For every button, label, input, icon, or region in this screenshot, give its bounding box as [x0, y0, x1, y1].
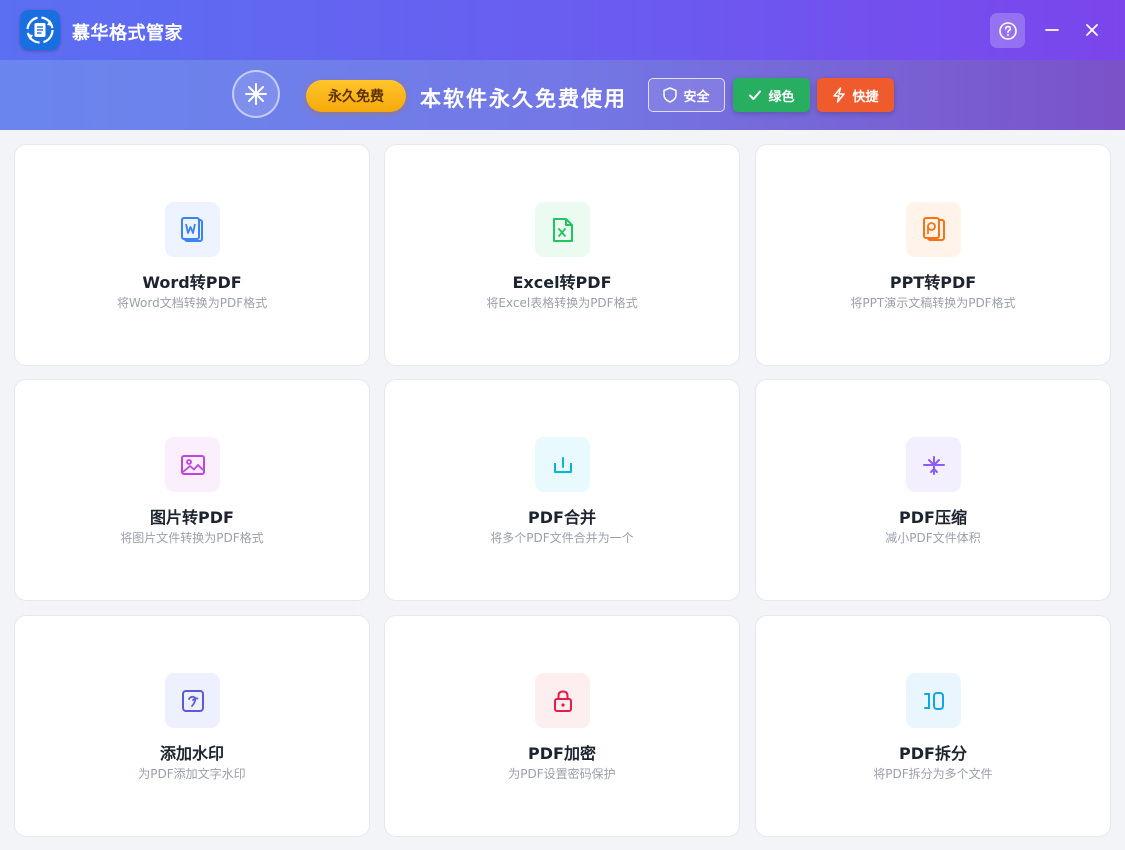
- app-title: 慕华格式管家: [72, 23, 183, 44]
- card-description: 将PDF拆分为多个文件: [873, 767, 993, 781]
- sparkle-icon: [232, 70, 280, 118]
- green-tag-label: 绿色: [768, 89, 795, 105]
- card-description: 将PPT演示文稿转换为PDF格式: [850, 296, 1016, 310]
- fast-tag: 快捷: [817, 78, 894, 112]
- safe-tag: 安全: [648, 78, 725, 112]
- card-description: 将Word文档转换为PDF格式: [116, 296, 268, 310]
- excel-file-icon: [535, 202, 590, 257]
- minimize-button[interactable]: [1038, 16, 1066, 44]
- lightning-icon: [833, 87, 846, 103]
- card-pdf-compress[interactable]: PDF压缩 减小PDF文件体积: [755, 379, 1111, 601]
- shield-icon: [663, 87, 678, 103]
- split-icon: [906, 673, 961, 728]
- card-add-watermark[interactable]: 添加水印 为PDF添加文字水印: [14, 615, 370, 837]
- promo-banner: 永久免费 本软件永久免费使用 安全 绿色 快捷: [0, 60, 1125, 130]
- minimize-icon: [1045, 29, 1059, 31]
- card-excel-to-pdf[interactable]: Excel转PDF 将Excel表格转换为PDF格式: [384, 144, 740, 366]
- card-title: PDF加密: [528, 744, 596, 763]
- safe-tag-label: 安全: [683, 89, 710, 105]
- card-title: 添加水印: [159, 744, 224, 763]
- card-pdf-merge[interactable]: PDF合并 将多个PDF文件合并为一个: [384, 379, 740, 601]
- watermark-icon: [165, 673, 220, 728]
- compress-icon: [906, 437, 961, 492]
- card-title: Word转PDF: [142, 273, 242, 292]
- card-title: Excel转PDF: [512, 273, 612, 292]
- green-tag: 绿色: [733, 78, 810, 112]
- image-icon: [165, 437, 220, 492]
- card-description: 为PDF设置密码保护: [508, 767, 616, 781]
- lock-icon: [535, 673, 590, 728]
- check-icon: [749, 90, 762, 100]
- card-description: 将Excel表格转换为PDF格式: [486, 296, 638, 310]
- question-circle-icon: [998, 21, 1017, 40]
- card-title: PPT转PDF: [889, 273, 977, 292]
- card-image-to-pdf[interactable]: 图片转PDF 将图片文件转换为PDF格式: [14, 379, 370, 601]
- close-icon: [1086, 24, 1098, 36]
- fast-tag-label: 快捷: [852, 89, 879, 105]
- card-title: PDF压缩: [899, 508, 967, 527]
- help-button[interactable]: [990, 13, 1025, 48]
- app-logo-icon: [20, 10, 60, 50]
- word-file-icon: [165, 202, 220, 257]
- card-word-to-pdf[interactable]: Word转PDF 将Word文档转换为PDF格式: [14, 144, 370, 366]
- free-forever-badge: 永久免费: [306, 80, 406, 112]
- card-description: 将多个PDF文件合并为一个: [490, 531, 634, 545]
- card-title: PDF合并: [528, 508, 596, 527]
- card-description: 为PDF添加文字水印: [138, 767, 246, 781]
- ppt-file-icon: [906, 202, 961, 257]
- card-description: 减小PDF文件体积: [885, 531, 981, 545]
- title-bar: 慕华格式管家: [0, 0, 1125, 60]
- merge-icon: [535, 437, 590, 492]
- close-button[interactable]: [1078, 16, 1106, 44]
- card-title: 图片转PDF: [150, 508, 234, 527]
- card-description: 将图片文件转换为PDF格式: [120, 531, 264, 545]
- card-pdf-split[interactable]: PDF拆分 将PDF拆分为多个文件: [755, 615, 1111, 837]
- card-title: PDF拆分: [899, 744, 967, 763]
- card-pdf-encrypt[interactable]: PDF加密 为PDF设置密码保护: [384, 615, 740, 837]
- card-ppt-to-pdf[interactable]: PPT转PDF 将PPT演示文稿转换为PDF格式: [755, 144, 1111, 366]
- banner-headline: 本软件永久免费使用: [420, 87, 627, 111]
